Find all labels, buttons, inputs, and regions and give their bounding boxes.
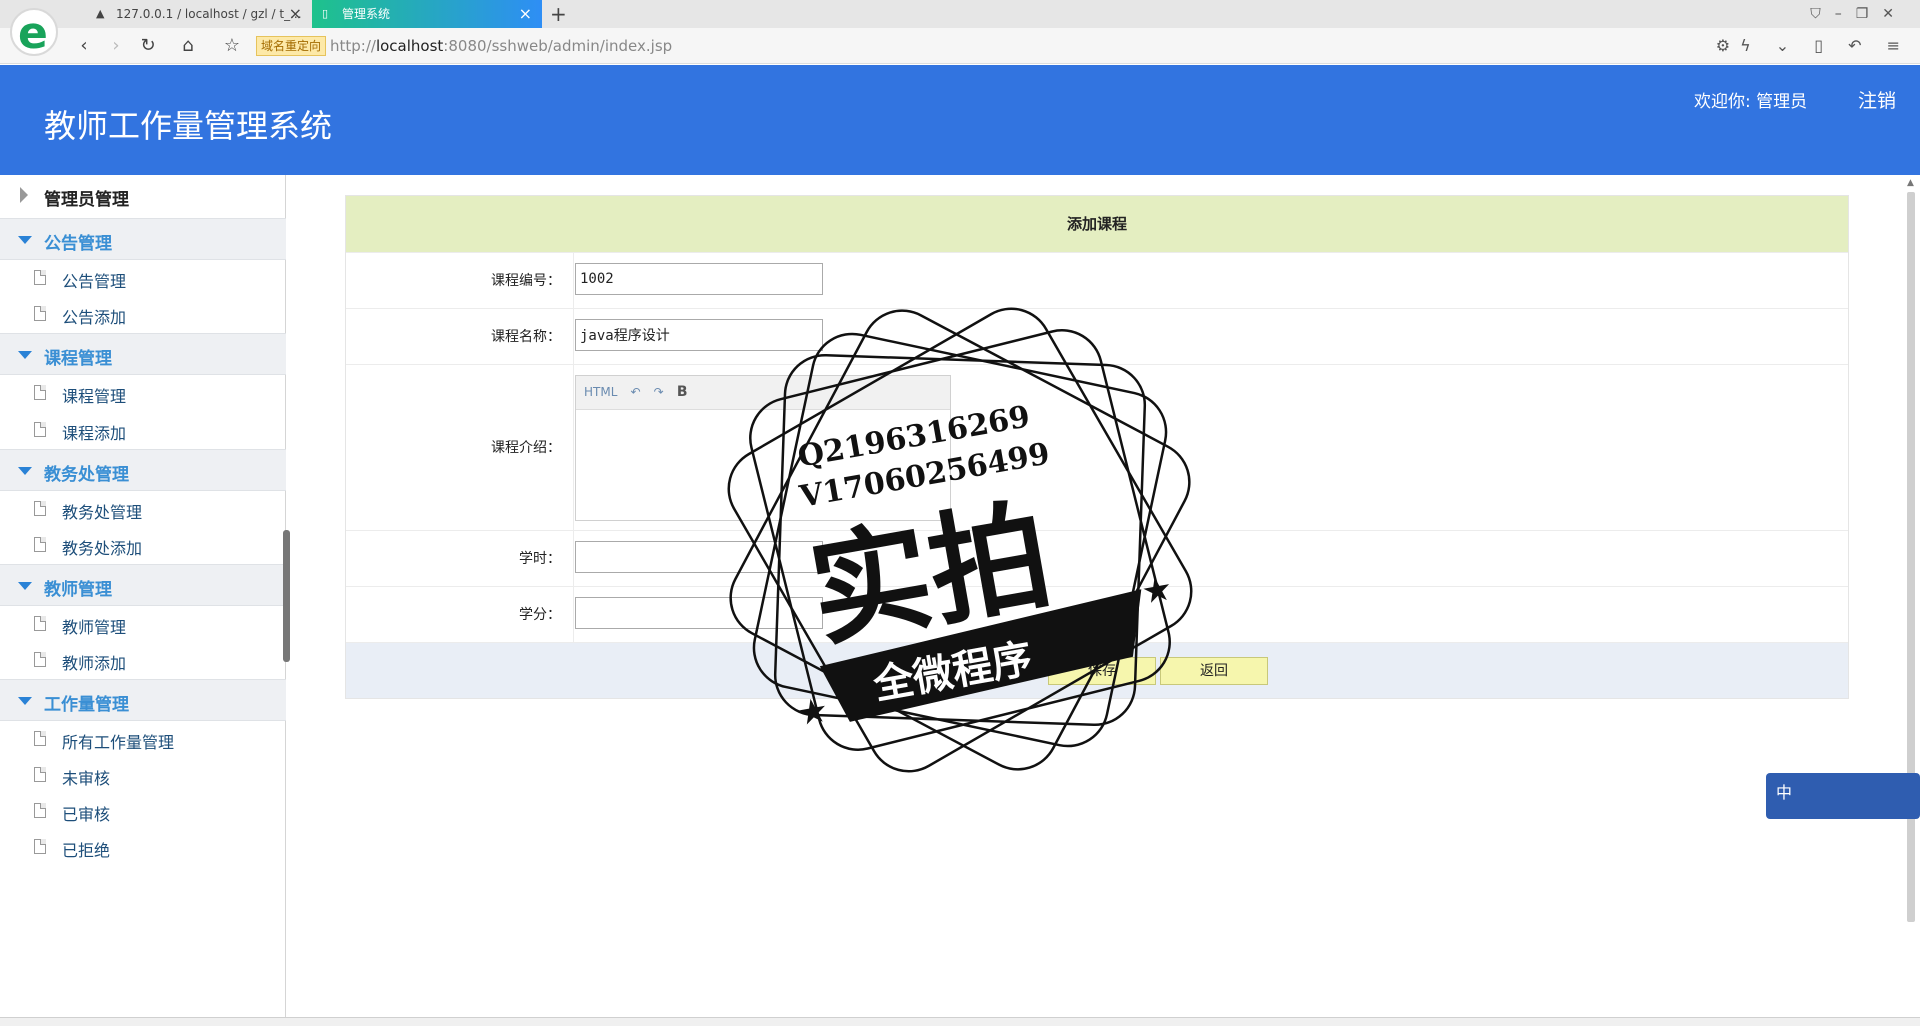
address-bar: ‹ › ↻ ⌂ ☆ 域名重定向 http://localhost:8080/ss…	[0, 28, 1920, 64]
document-icon	[34, 501, 46, 516]
document-icon	[34, 767, 46, 782]
sidebar-item-notice-add[interactable]: 公告添加	[0, 297, 286, 333]
sidebar-item-workload-all[interactable]: 所有工作量管理	[0, 722, 286, 758]
course-name-input[interactable]	[575, 319, 823, 351]
caret-down-icon	[18, 236, 32, 244]
new-tab-icon[interactable]: +	[550, 0, 567, 28]
course-intro-editor[interactable]: HTML ↶ ↷ B	[575, 375, 951, 521]
page-icon: ▯	[322, 7, 329, 20]
caret-down-icon	[18, 697, 32, 705]
browser-tab-admin[interactable]: ▯ 管理系统 ×	[312, 0, 542, 28]
back-icon[interactable]: ‹	[72, 34, 96, 58]
back-button[interactable]: 返回	[1160, 657, 1268, 685]
sidebar-item-teacher-add[interactable]: 教师添加	[0, 643, 286, 679]
field-label: 课程介绍：	[346, 365, 574, 530]
sidebar-item-workload-pending[interactable]: 未审核	[0, 758, 286, 794]
course-hours-input[interactable]	[575, 541, 823, 573]
dns-redirect-badge[interactable]: 域名重定向	[256, 36, 327, 56]
sidebar-group-notice[interactable]: 公告管理	[0, 218, 286, 260]
ime-floating-widget[interactable]: 中	[1766, 773, 1920, 819]
home-icon[interactable]: ⌂	[176, 34, 200, 58]
app-header: 教师工作量管理系统 欢迎你: 管理员 注销	[0, 65, 1920, 175]
document-icon	[34, 731, 46, 746]
form-row-hours: 学时：	[346, 530, 1848, 586]
tab-label: 管理系统	[342, 7, 391, 21]
editor-toolbar: HTML ↶ ↷ B	[576, 376, 950, 410]
scroll-up-icon[interactable]: ▲	[1907, 178, 1914, 188]
field-label: 课程名称：	[346, 309, 574, 364]
sidebar-group-course[interactable]: 课程管理	[0, 333, 286, 375]
toolbar-icons[interactable]: ⚙ϟ ⌄ ▯ ↶ ≡	[1716, 36, 1910, 56]
sidebar-item-workload-approved[interactable]: 已审核	[0, 794, 286, 830]
caret-down-icon	[18, 467, 32, 475]
form-row-code: 课程编号：	[346, 252, 1848, 308]
form-title: 添加课程	[346, 196, 1848, 252]
course-code-input[interactable]	[575, 263, 823, 295]
forward-icon[interactable]: ›	[104, 34, 128, 58]
sidebar: 管理员管理 公告管理 公告管理 公告添加 课程管理 课程管理 课程添加 教务处管…	[0, 175, 286, 1017]
form-actions: 保存 返回	[346, 642, 1848, 698]
sidebar-group-teacher[interactable]: 教师管理	[0, 564, 286, 606]
form-row-name: 课程名称：	[346, 308, 1848, 364]
reload-icon[interactable]: ↻	[136, 34, 160, 58]
document-icon	[34, 537, 46, 552]
document-icon	[34, 422, 46, 437]
page-title: 教师工作量管理系统	[44, 107, 333, 145]
bold-button[interactable]: B	[677, 384, 688, 400]
sidebar-item-course-add[interactable]: 课程添加	[0, 413, 286, 449]
course-credit-input[interactable]	[575, 597, 823, 629]
html-source-button[interactable]: HTML	[584, 385, 617, 399]
caret-right-icon	[20, 187, 28, 203]
sidebar-item-admin[interactable]: 管理员管理	[0, 175, 286, 217]
document-icon	[34, 270, 46, 285]
url-field[interactable]: http://localhost:8080/sshweb/admin/index…	[330, 36, 672, 56]
window-controls[interactable]: ⛉–❐✕	[1810, 0, 1908, 28]
caret-down-icon	[18, 351, 32, 359]
phpmyadmin-icon: ▲	[96, 7, 105, 20]
browser-tab-bar: ▲ 127.0.0.1 / localhost / gzl / t_... × …	[0, 0, 1920, 28]
field-label: 课程编号：	[346, 253, 574, 308]
sidebar-item-academic-manage[interactable]: 教务处管理	[0, 492, 286, 528]
caret-down-icon	[18, 582, 32, 590]
close-icon[interactable]: ×	[289, 0, 302, 28]
ime-label: 中	[1776, 783, 1793, 802]
add-course-form: 添加课程 课程编号： 课程名称： 课程介绍： HTML ↶ ↷ B	[345, 195, 1849, 699]
form-row-credit: 学分：	[346, 586, 1848, 642]
sidebar-group-workload[interactable]: 工作量管理	[0, 679, 286, 721]
sidebar-item-academic-add[interactable]: 教务处添加	[0, 528, 286, 564]
field-label: 学时：	[346, 531, 574, 586]
redo-icon[interactable]: ↷	[654, 385, 664, 399]
document-icon	[34, 803, 46, 818]
close-icon[interactable]: ×	[519, 0, 532, 28]
form-row-intro: 课程介绍： HTML ↶ ↷ B	[346, 364, 1848, 530]
welcome-text: 欢迎你: 管理员	[1694, 92, 1808, 112]
document-icon	[34, 652, 46, 667]
sidebar-item-teacher-manage[interactable]: 教师管理	[0, 607, 286, 643]
field-label: 学分：	[346, 587, 574, 642]
save-button[interactable]: 保存	[1048, 657, 1156, 685]
browser-status-bar	[0, 1017, 1920, 1026]
undo-icon[interactable]: ↶	[631, 385, 641, 399]
document-icon	[34, 306, 46, 321]
tab-label: 127.0.0.1 / localhost / gzl / t_...	[116, 7, 302, 21]
logout-link[interactable]: 注销	[1858, 86, 1896, 113]
document-icon	[34, 839, 46, 854]
browser-logo-icon: e	[10, 8, 58, 59]
document-icon	[34, 616, 46, 631]
main-content: 添加课程 课程编号： 课程名称： 课程介绍： HTML ↶ ↷ B	[287, 175, 1903, 1017]
sidebar-item-course-manage[interactable]: 课程管理	[0, 376, 286, 412]
sidebar-item-notice-manage[interactable]: 公告管理	[0, 261, 286, 297]
browser-tab-phpmyadmin[interactable]: ▲ 127.0.0.1 / localhost / gzl / t_... ×	[86, 0, 312, 28]
star-icon[interactable]: ☆	[220, 34, 244, 58]
sidebar-group-academic[interactable]: 教务处管理	[0, 449, 286, 491]
document-icon	[34, 385, 46, 400]
sidebar-item-workload-rejected[interactable]: 已拒绝	[0, 830, 286, 866]
